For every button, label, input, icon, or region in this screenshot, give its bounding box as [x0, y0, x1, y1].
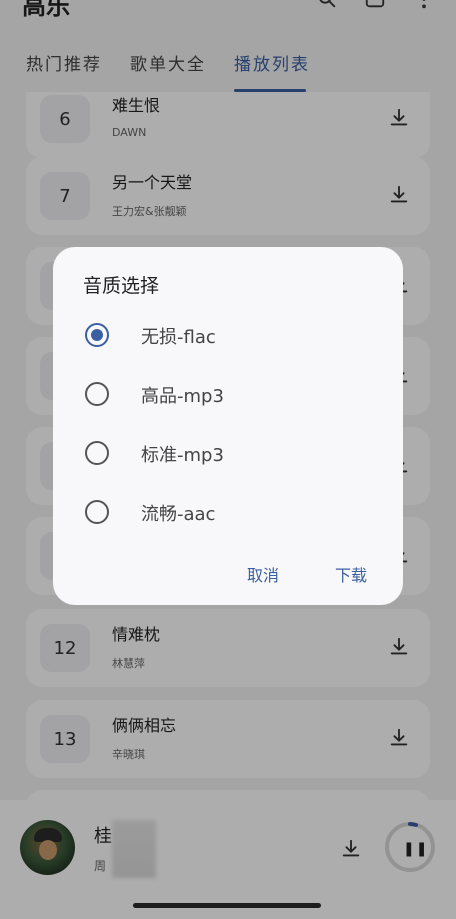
- quality-option-label: 流畅-aac: [141, 504, 216, 525]
- quality-option-flac[interactable]: 无损-flac: [83, 317, 373, 357]
- radio-icon[interactable]: [85, 500, 109, 524]
- radio-icon[interactable]: [85, 382, 109, 406]
- radio-selected-icon[interactable]: [85, 323, 109, 347]
- download-button[interactable]: 下载: [335, 562, 367, 586]
- dialog-title: 音质选择: [83, 275, 160, 297]
- quality-option-label: 无损-flac: [141, 327, 216, 348]
- quality-option-standard-mp3[interactable]: 标准-mp3: [83, 435, 373, 475]
- cancel-button[interactable]: 取消: [247, 562, 279, 586]
- radio-icon[interactable]: [85, 441, 109, 465]
- quality-option-label: 标准-mp3: [141, 445, 224, 466]
- quality-option-label: 高品-mp3: [141, 386, 224, 407]
- quality-dialog: 音质选择 无损-flac 高品-mp3 标准-mp3 流畅-aac 取消 下载: [53, 247, 403, 605]
- app-screen: 6 难生恨 DAWN 7 另一个天堂 王力宏&张靓颖 8 9 10 11 1: [0, 0, 456, 919]
- quality-option-aac[interactable]: 流畅-aac: [83, 494, 373, 534]
- quality-option-high-mp3[interactable]: 高品-mp3: [83, 376, 373, 416]
